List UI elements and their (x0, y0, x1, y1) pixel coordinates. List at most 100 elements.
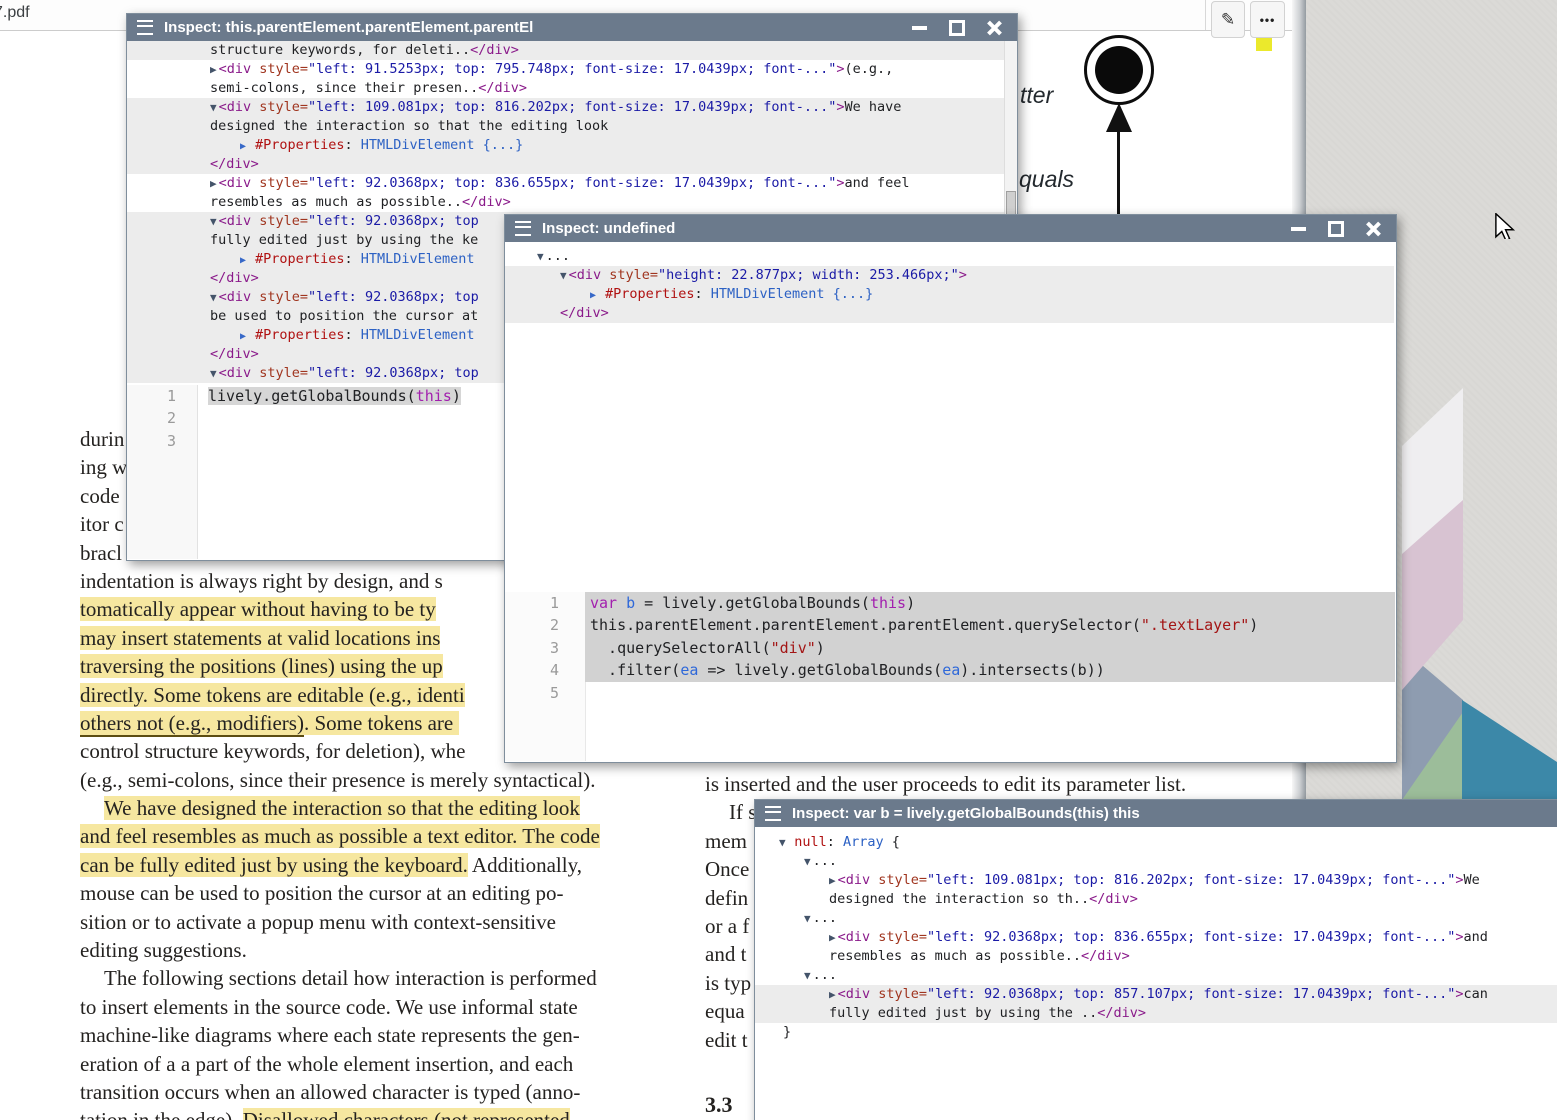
text-segment: ▼ (537, 250, 544, 263)
text-segment: var (590, 594, 617, 612)
tree-row[interactable]: ▶ #Properties: HTMLDivElement {...} (127, 136, 1004, 155)
window1-titlebar[interactable]: Inspect: this.parentElement.parentElemen… (127, 14, 1017, 41)
code-line[interactable]: .querySelectorAll("div") (585, 637, 1395, 659)
text-segment: machine-like diagrams where each state r… (80, 1023, 580, 1047)
more-options-button[interactable]: ••• (1250, 1, 1285, 38)
tree-row[interactable]: </div> (127, 155, 1004, 174)
text-segment: "left: 92.0368px; top: 836.655px; font-s… (927, 929, 1455, 945)
diagram-label-quals: quals (1019, 166, 1074, 193)
line-number: 1 (127, 385, 197, 407)
menu-icon[interactable] (515, 221, 531, 236)
text-segment: durin (80, 427, 124, 451)
text-segment: editing suggestions. (80, 938, 247, 962)
text-segment: style= (259, 289, 308, 305)
line-number: 1 (505, 592, 585, 614)
window1-title: Inspect: this.parentElement.parentElemen… (164, 19, 533, 36)
code-line[interactable]: var b = lively.getGlobalBounds(this) (585, 592, 1395, 614)
tree-row[interactable]: ▶<div style="left: 92.0368px; top: 836.6… (127, 174, 1004, 193)
scrollbar-thumb[interactable] (1006, 191, 1016, 216)
tree-row[interactable]: designed the interaction so that the edi… (127, 117, 1004, 136)
text-segment: ea (680, 661, 698, 679)
tree-row[interactable]: ▼... (755, 852, 1557, 871)
text-segment: > (836, 175, 844, 191)
text-segment: ▼ (804, 855, 811, 868)
code-line[interactable]: this.parentElement.parentElement.parentE… (585, 614, 1395, 636)
inspector-window-3: Inspect: var b = lively.getGlobalBounds(… (754, 799, 1557, 1120)
text-segment: <div (219, 289, 260, 305)
text-segment: ... (813, 910, 837, 926)
text-segment: style= (259, 213, 308, 229)
document-text-line: tation in the edge). Disallowed characte… (80, 1106, 655, 1120)
tree-row[interactable]: ▼<div style="left: 109.081px; top: 816.2… (127, 98, 1004, 117)
text-segment: and feel resembles as much as possible a… (80, 824, 600, 848)
tree-row[interactable]: ▼... (755, 909, 1557, 928)
document-text-line: editing suggestions. (80, 936, 655, 964)
tree-row[interactable]: ▶<div style="left: 92.0368px; top: 836.6… (755, 928, 1557, 947)
code-line[interactable]: .filter(ea => lively.getGlobalBounds(ea)… (585, 659, 1395, 681)
text-segment: "left: 109.081px; top: 816.202px; font-s… (927, 872, 1455, 888)
tree-row[interactable]: semi-colons, since their presen..</div> (127, 79, 1004, 98)
close-icon[interactable] (1366, 221, 1381, 236)
window3-title: Inspect: var b = lively.getGlobalBounds(… (792, 805, 1140, 822)
menu-icon[interactable] (765, 806, 781, 821)
tree-row[interactable]: designed the interaction so th..</div> (755, 890, 1557, 909)
text-segment: <div (219, 365, 260, 381)
text-segment: We have designed the interaction so that… (104, 796, 580, 820)
tree-row[interactable]: ▼<div style="height: 22.877px; width: 25… (505, 266, 1394, 285)
maximize-icon[interactable] (1328, 221, 1344, 237)
text-segment: <div (219, 61, 260, 77)
window3-titlebar[interactable]: Inspect: var b = lively.getGlobalBounds(… (755, 800, 1557, 827)
tree-row[interactable]: </div> (505, 304, 1394, 323)
document-text-line: (e.g., semi-colons, since their presence… (80, 766, 655, 794)
text-segment: { (884, 834, 900, 850)
text-segment: sition or to activate a popup menu with … (80, 910, 556, 934)
minimize-icon[interactable] (912, 26, 927, 30)
text-segment: ▶ (210, 63, 217, 76)
minimize-icon[interactable] (1291, 227, 1306, 231)
text-segment: structure keywords, for deleti.. (210, 42, 470, 58)
window3-object-tree: ▼ null: Array {▼...▶<div style="left: 10… (755, 833, 1557, 1042)
tree-row[interactable]: structure keywords, for deleti..</div> (127, 41, 1004, 60)
text-segment: itor c (80, 512, 124, 536)
tree-row[interactable]: ▼ null: Array { (755, 833, 1557, 852)
tree-row[interactable]: ▼... (755, 966, 1557, 985)
text-segment: this.parentElement.parentElement.parentE… (590, 616, 1141, 634)
window2-code-editor[interactable]: 1var b = lively.getGlobalBounds(this)2th… (505, 592, 1395, 761)
document-text-line: We have designed the interaction so that… (80, 794, 655, 822)
tree-row[interactable]: ▶<div style="left: 109.081px; top: 816.2… (755, 871, 1557, 890)
text-segment: > (1455, 986, 1463, 1002)
text-segment: ▼ (210, 367, 217, 380)
text-segment: designed the interaction so that the edi… (210, 118, 608, 134)
tree-row[interactable]: fully edited just by using the ..</div> (755, 1004, 1557, 1023)
code-line[interactable] (585, 682, 1395, 704)
window2-titlebar[interactable]: Inspect: undefined (505, 215, 1396, 242)
text-segment: ea (942, 661, 960, 679)
text-segment: and t (705, 942, 746, 966)
tree-row[interactable]: ▼... (505, 247, 1394, 266)
diagram-arrowhead (1106, 103, 1132, 132)
text-segment: "left: 92.0368px; top (308, 365, 479, 381)
text-segment: : (344, 137, 360, 153)
annotate-pencil-button[interactable]: ✎ (1211, 1, 1245, 38)
text-segment: </div> (1097, 1005, 1146, 1021)
close-icon[interactable] (987, 20, 1002, 35)
text-segment: ▶ (240, 331, 252, 342)
text-segment: is typ (705, 971, 751, 995)
tree-row[interactable]: resembles as much as possible..</div> (127, 193, 1004, 212)
maximize-icon[interactable] (949, 20, 965, 36)
tree-row[interactable]: ▶<div style="left: 92.0368px; top: 857.1… (755, 985, 1557, 1004)
tree-row[interactable]: } (755, 1023, 1557, 1042)
text-segment: style= (609, 267, 658, 283)
tree-row[interactable]: ▶ #Properties: HTMLDivElement {...} (505, 285, 1394, 304)
menu-icon[interactable] (137, 20, 153, 35)
text-segment: this (416, 387, 452, 405)
text-segment: </div> (1081, 948, 1130, 964)
text-segment: </div> (462, 194, 511, 210)
text-segment: equa (705, 999, 745, 1023)
tree-row[interactable]: resembles as much as possible..</div> (755, 947, 1557, 966)
text-segment: ▶ (829, 931, 836, 944)
text-segment: is inserted and the user proceeds to edi… (705, 772, 1186, 796)
text-segment: ▶ (240, 141, 252, 152)
tree-row[interactable]: ▶<div style="left: 91.5253px; top: 795.7… (127, 60, 1004, 79)
text-segment: ) (1249, 616, 1258, 634)
